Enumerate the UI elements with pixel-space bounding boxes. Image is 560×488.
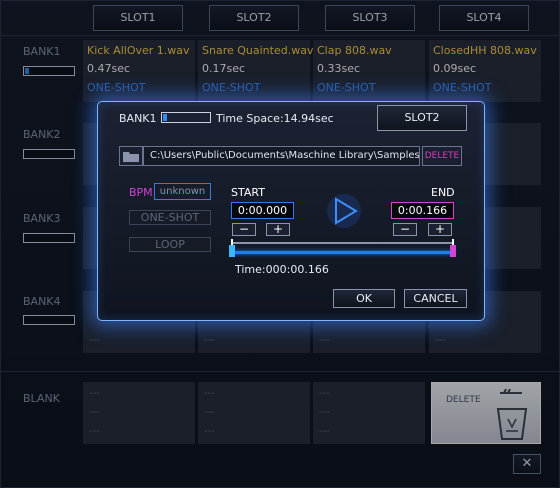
- sample-edit-dialog: BANK1 Time Space:14.94sec SLOT2 C:\Users…: [97, 101, 485, 321]
- bpm-field[interactable]: unknown: [154, 183, 211, 200]
- time-space-readout: Time Space:14.94sec: [216, 112, 334, 125]
- selected-range-bar: [232, 251, 454, 254]
- end-increment-button[interactable]: +: [428, 223, 452, 236]
- browse-folder-button[interactable]: [119, 146, 143, 166]
- end-decrement-button[interactable]: −: [393, 223, 417, 236]
- end-marker-handle[interactable]: [450, 245, 456, 257]
- start-label: START: [231, 186, 265, 199]
- dialog-meter-fill: [163, 114, 167, 121]
- start-increment-button[interactable]: +: [266, 223, 290, 236]
- total-time-readout: Time:000:00.166: [235, 263, 329, 276]
- cancel-button[interactable]: CANCEL: [404, 289, 467, 308]
- play-icon[interactable]: [325, 192, 363, 230]
- waveform-range-track: [232, 242, 454, 244]
- end-time-field[interactable]: 0:00.166: [391, 202, 454, 219]
- one-shot-button[interactable]: ONE-SHOT: [129, 210, 211, 225]
- dialog-delete-button[interactable]: DELETE: [422, 146, 462, 166]
- file-path-field[interactable]: C:\Users\Public\Documents\Maschine Libra…: [143, 146, 420, 166]
- folder-icon: [123, 152, 139, 162]
- bpm-label: BPM: [129, 186, 153, 199]
- dialog-bank-meter: [161, 112, 211, 123]
- loop-button[interactable]: LOOP: [129, 237, 211, 252]
- ok-button[interactable]: OK: [333, 289, 395, 308]
- start-marker-handle[interactable]: [229, 245, 235, 257]
- start-time-field[interactable]: 0:00.000: [231, 202, 294, 219]
- start-decrement-button[interactable]: −: [232, 223, 256, 236]
- dialog-bank-label: BANK1: [119, 112, 157, 125]
- end-label: END: [431, 186, 455, 199]
- dialog-slot-button[interactable]: SLOT2: [377, 105, 467, 131]
